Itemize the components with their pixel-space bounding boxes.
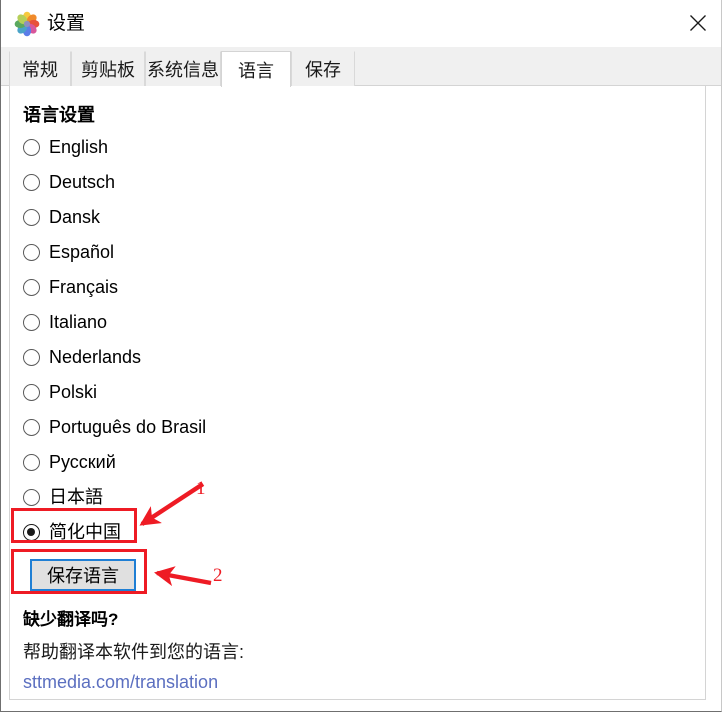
tab-save[interactable]: 保存 — [291, 51, 355, 86]
tab-clipboard[interactable]: 剪贴板 — [71, 51, 145, 86]
tab-general[interactable]: 常规 — [9, 51, 71, 86]
radio-button-icon[interactable] — [23, 138, 40, 156]
language-option-label: Italiano — [49, 312, 108, 332]
language-option-7[interactable]: Nederlands — [23, 342, 141, 372]
translation-link[interactable]: sttmedia.com/translation — [23, 672, 218, 693]
radio-button-icon[interactable] — [23, 348, 40, 366]
save-language-button[interactable]: 保存语言 — [30, 559, 136, 591]
language-option-10[interactable]: Русский — [23, 447, 116, 477]
radio-button-icon[interactable] — [23, 453, 40, 471]
radio-button-icon[interactable] — [23, 383, 40, 401]
missing-translation-subtitle: 帮助翻译本软件到您的语言: — [23, 642, 244, 662]
language-option-label: Deutsch — [49, 172, 116, 192]
language-option-label: Nederlands — [49, 347, 142, 367]
radio-button-icon[interactable] — [23, 313, 40, 331]
title-bar: 设置 — [1, 0, 721, 47]
save-language-button-label: 保存语言 — [47, 566, 119, 586]
annotation-number-1: 1 — [196, 478, 206, 499]
language-option-label: Português do Brasil — [49, 417, 207, 437]
radio-button-icon[interactable] — [23, 278, 40, 296]
tab-strip: 常规 剪贴板 系统信息 语言 保存 — [1, 47, 721, 87]
language-option-label: Español — [49, 242, 115, 262]
language-option-8[interactable]: Polski — [23, 377, 97, 407]
tab-label: 语言 — [238, 60, 274, 81]
tab-label: 保存 — [305, 60, 341, 80]
language-option-6[interactable]: Italiano — [23, 307, 107, 337]
radio-button-icon[interactable] — [23, 418, 40, 436]
language-option-1[interactable]: English — [23, 132, 108, 162]
language-option-label: Français — [49, 277, 119, 297]
tab-label: 剪贴板 — [81, 60, 135, 80]
language-option-label: Dansk — [49, 207, 101, 227]
language-option-3[interactable]: Dansk — [23, 202, 100, 232]
language-option-2[interactable]: Deutsch — [23, 167, 115, 197]
page-title: 语言设置 — [23, 105, 95, 125]
language-option-label: Русский — [49, 452, 116, 472]
radio-button-icon[interactable] — [23, 173, 40, 191]
radio-button-icon[interactable] — [23, 208, 40, 226]
language-option-4[interactable]: Español — [23, 237, 114, 267]
language-option-9[interactable]: Português do Brasil — [23, 412, 206, 442]
language-option-label: 日本語 — [49, 487, 103, 507]
language-option-label: 简化中国 — [49, 522, 121, 542]
close-icon[interactable] — [675, 0, 720, 46]
language-option-11[interactable]: 日本語 — [23, 482, 103, 512]
language-option-label: English — [49, 137, 109, 157]
language-option-label: Polski — [49, 382, 98, 402]
language-settings-panel: 语言设置 English Deutsch Dansk Español Français I… — [9, 85, 706, 700]
tab-label: 常规 — [22, 60, 58, 80]
radio-button-icon[interactable] — [23, 243, 40, 261]
radio-button-icon[interactable] — [23, 523, 40, 541]
tab-language[interactable]: 语言 — [221, 51, 291, 87]
language-option-5[interactable]: Français — [23, 272, 118, 302]
tab-system-info[interactable]: 系统信息 — [145, 51, 221, 86]
settings-window: 设置 常规 剪贴板 系统信息 语言 保存 语言设置 English Deutsch… — [0, 0, 722, 712]
missing-translation-heading: 缺少翻译吗? — [23, 610, 119, 629]
radio-button-icon[interactable] — [23, 488, 40, 506]
flower-petals-icon — [14, 11, 40, 37]
annotation-number-2: 2 — [213, 565, 223, 586]
window-title: 设置 — [47, 13, 86, 34]
language-option-12[interactable]: 简化中国 — [23, 517, 121, 547]
tab-label: 系统信息 — [147, 60, 219, 80]
